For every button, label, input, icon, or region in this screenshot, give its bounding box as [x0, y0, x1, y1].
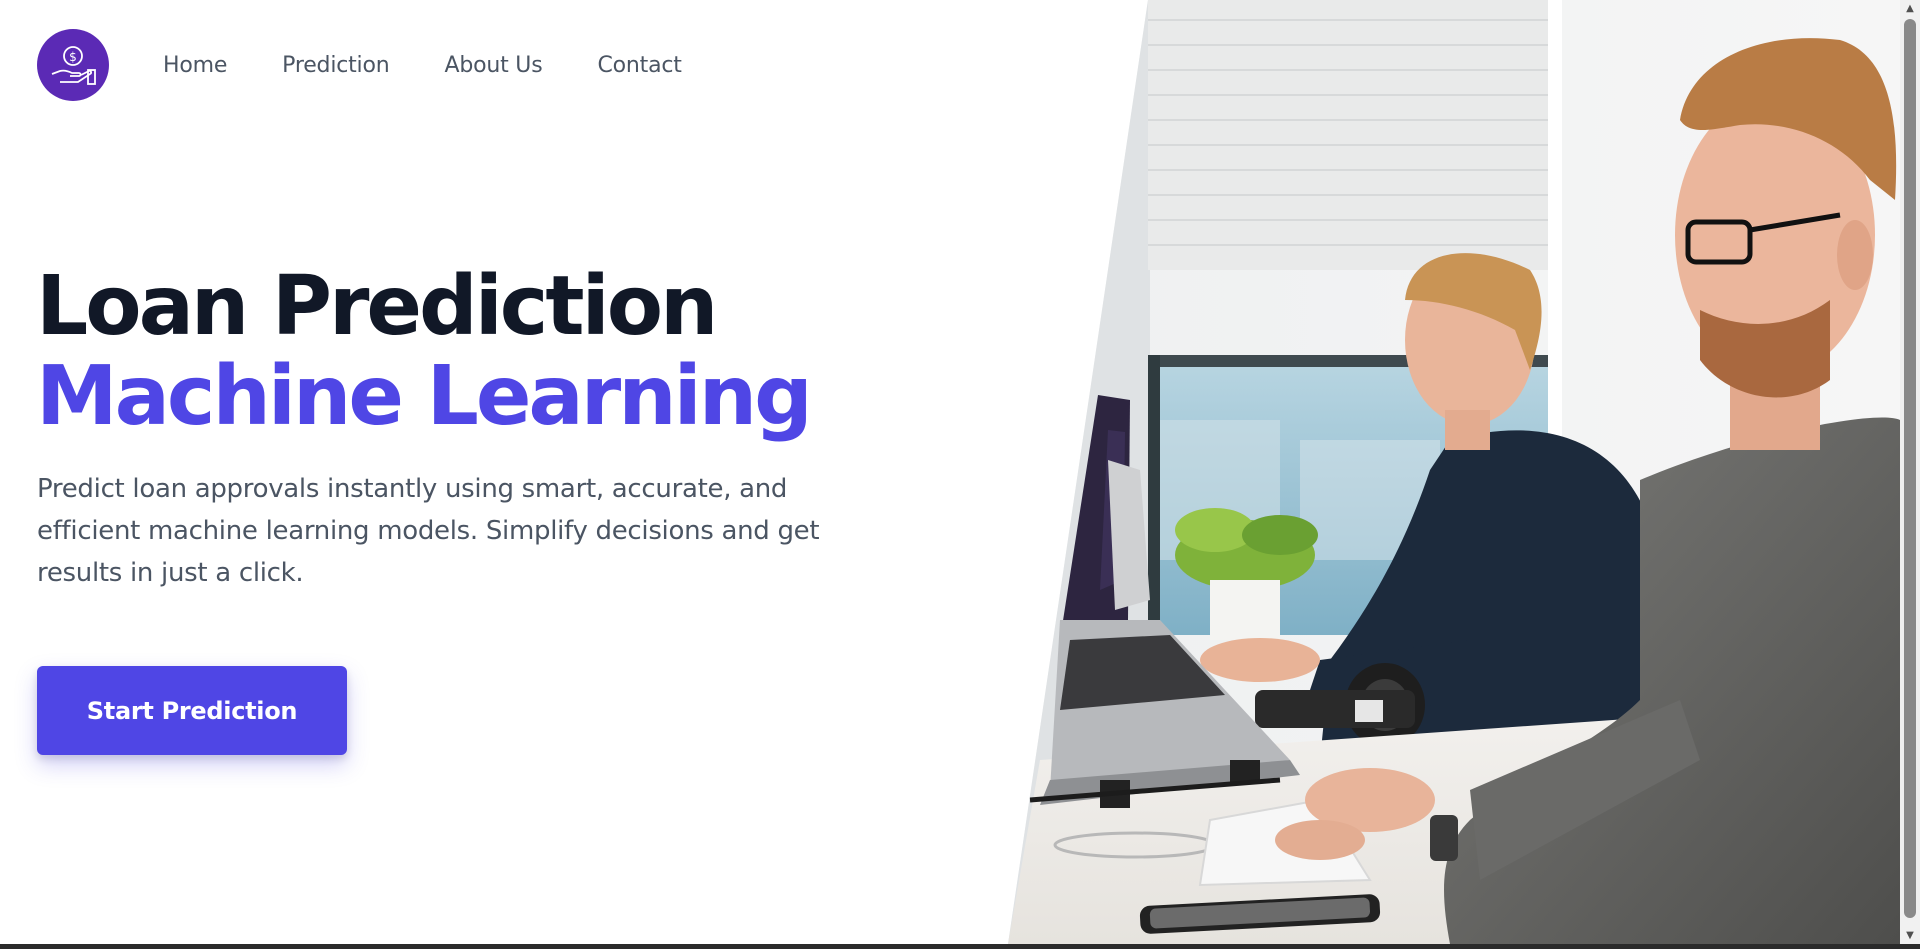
top-nav: $ Home Prediction About Us Contact: [37, 29, 737, 101]
nav-link-contact[interactable]: Contact: [597, 53, 681, 78]
hero-title: Loan Prediction Machine Learning: [36, 259, 813, 444]
hero-title-line1: Loan Prediction: [36, 259, 718, 354]
scroll-thumb[interactable]: [1904, 19, 1916, 918]
hero-title-line2: Machine Learning: [36, 349, 813, 444]
window-bottom-edge: [0, 944, 1920, 949]
nav-links: Home Prediction About Us Contact: [163, 53, 737, 78]
nav-link-prediction[interactable]: Prediction: [282, 53, 389, 78]
viewport: $ Home Prediction About Us Contact Loan …: [0, 0, 1900, 944]
logo[interactable]: $: [37, 29, 109, 101]
nav-link-home[interactable]: Home: [163, 53, 227, 78]
hand-holding-dollar-icon: $: [51, 46, 96, 85]
page: $ Home Prediction About Us Contact Loan …: [0, 0, 1920, 949]
nav-link-about-us[interactable]: About Us: [444, 53, 542, 78]
start-prediction-button[interactable]: Start Prediction: [37, 666, 347, 755]
scrollbar[interactable]: ▲ ▼: [1900, 0, 1920, 944]
svg-text:$: $: [69, 50, 77, 64]
hero-description: Predict loan approvals instantly using s…: [37, 474, 820, 588]
scroll-up-arrow-icon[interactable]: ▲: [1900, 0, 1920, 17]
scroll-down-arrow-icon[interactable]: ▼: [1900, 927, 1920, 944]
